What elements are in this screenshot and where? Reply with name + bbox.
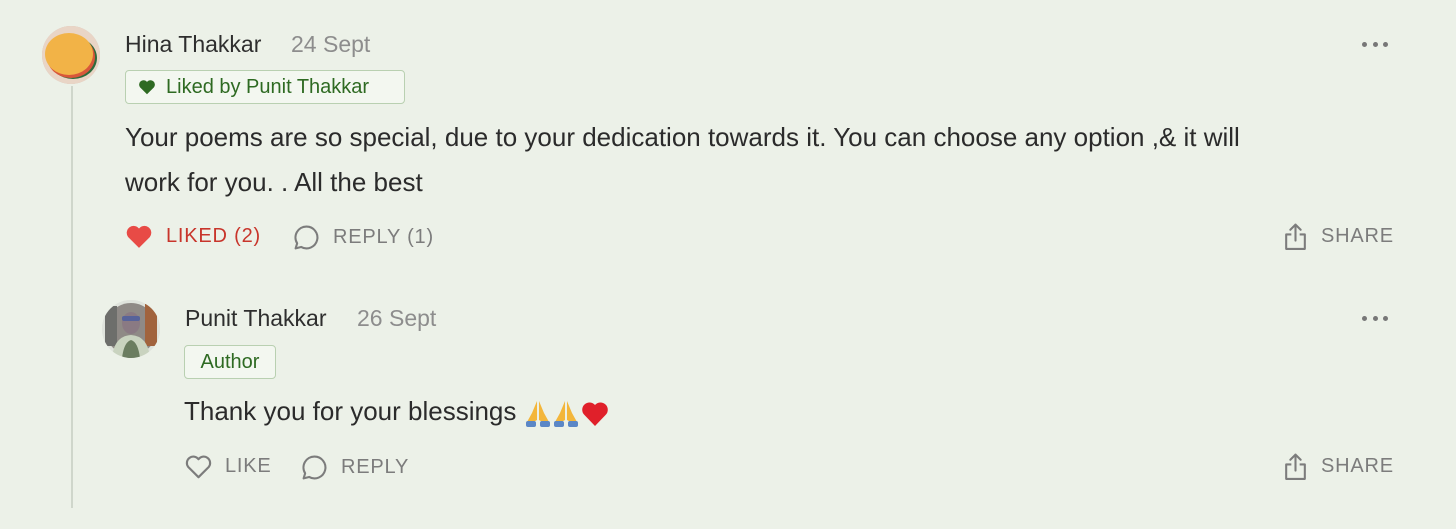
comment-body-text: Thank you for your blessings — [184, 396, 517, 426]
reply-label: REPLY — [341, 456, 410, 478]
speech-bubble-icon — [302, 455, 327, 480]
heart-icon — [139, 80, 155, 95]
share-label: SHARE — [1321, 225, 1394, 247]
reply-label: REPLY (1) — [333, 226, 434, 248]
comment-body-line: work for you. . All the best — [125, 167, 423, 197]
folded-hands-emoji — [525, 401, 550, 428]
share-icon — [1285, 453, 1306, 480]
more-options-button[interactable] — [1362, 313, 1388, 323]
folded-hands-emoji — [553, 401, 578, 428]
like-label: LIKED (2) — [166, 225, 262, 247]
more-dot — [1372, 315, 1378, 321]
share-button[interactable]: SHARE — [1283, 452, 1394, 481]
author-badge-label: Author — [200, 350, 260, 373]
reply-button[interactable]: REPLY — [301, 454, 409, 481]
like-button[interactable]: LIKE — [185, 454, 272, 479]
author-badge: Author — [184, 345, 276, 379]
comment-body: Thank you for your blessings — [184, 389, 610, 434]
speech-bubble-icon — [294, 225, 319, 250]
like-label: LIKE — [225, 455, 272, 477]
liked-button[interactable]: LIKED (2) — [125, 224, 261, 249]
more-dot — [1372, 41, 1378, 47]
avatar[interactable] — [102, 300, 160, 358]
more-options-button[interactable] — [1362, 39, 1388, 49]
emoji-group — [525, 401, 608, 428]
red-heart-emoji — [581, 402, 608, 427]
comment-author[interactable]: Punit Thakkar — [185, 305, 326, 332]
comment-date[interactable]: 24 Sept — [291, 31, 370, 58]
reply-button[interactable]: REPLY (1) — [293, 224, 434, 251]
more-dot — [1362, 41, 1367, 47]
share-label: SHARE — [1321, 455, 1394, 477]
share-icon — [1285, 223, 1306, 250]
comment-body: Your poems are so special, due to your d… — [125, 115, 1240, 205]
more-dot — [1362, 315, 1367, 321]
liked-by-label: Liked by Punit Thakkar — [166, 75, 370, 98]
thread-line — [71, 86, 73, 508]
share-button[interactable]: SHARE — [1283, 222, 1394, 251]
heart-outline-icon — [185, 455, 212, 479]
comment-body-line: Your poems are so special, due to your d… — [125, 122, 1240, 152]
more-dot — [1383, 315, 1388, 321]
comment-date[interactable]: 26 Sept — [357, 305, 436, 332]
heart-filled-icon — [126, 225, 152, 248]
comment-author[interactable]: Hina Thakkar — [125, 31, 261, 58]
more-dot — [1383, 41, 1388, 47]
avatar[interactable] — [42, 26, 100, 84]
liked-by-badge: Liked by Punit Thakkar — [125, 70, 405, 104]
